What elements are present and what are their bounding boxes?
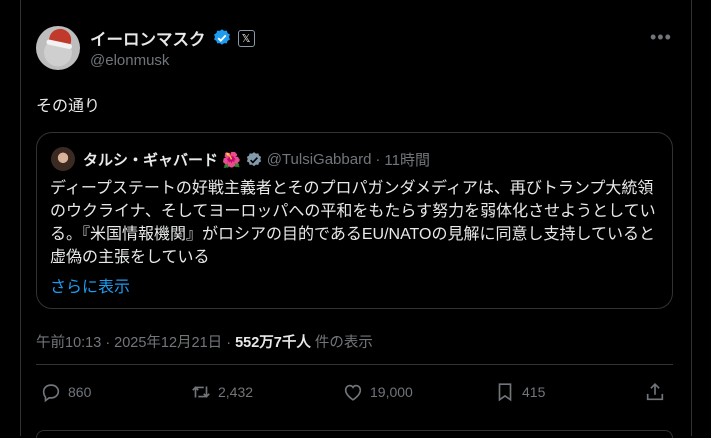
share-icon xyxy=(646,383,664,401)
affiliate-badge[interactable]: 𝕏 xyxy=(237,29,255,47)
quoted-post-header: タルシ・ギャバード 🌺 @TulsiGabbard · 11時間 xyxy=(83,149,430,170)
quoted-author-avatar xyxy=(51,147,75,171)
share-button[interactable] xyxy=(644,381,666,403)
views-label: 件の表示 xyxy=(310,335,373,351)
author-avatar[interactable] xyxy=(36,26,80,70)
bookmark-icon xyxy=(498,383,512,402)
quoted-author-handle: @TulsiGabbard xyxy=(266,151,372,168)
verified-icon xyxy=(246,151,261,166)
quoted-post[interactable]: タルシ・ギャバード 🌺 @TulsiGabbard · 11時間 ディープステー… xyxy=(36,132,673,309)
author-handle[interactable]: @elonmusk xyxy=(90,52,169,69)
reply-icon xyxy=(42,384,60,403)
reply-count: 860 xyxy=(68,384,92,400)
action-bar: 860 2,432 19,000 415 xyxy=(36,381,673,413)
bookmark-count: 415 xyxy=(522,384,546,400)
bookmark-button[interactable]: 415 xyxy=(494,381,545,403)
like-icon xyxy=(344,384,362,401)
like-button[interactable]: 19,000 xyxy=(342,381,413,403)
divider xyxy=(36,364,673,365)
quoted-post-text: ディープステートの好戦主義者とそのプロパガンダメディアは、再びトランプ大統領のウ… xyxy=(50,180,656,266)
show-more-link[interactable]: さらに表示 xyxy=(50,273,130,297)
author-name[interactable]: イーロンマスク xyxy=(90,26,206,50)
more-icon[interactable]: ••• xyxy=(650,27,672,48)
quoted-author-name: タルシ・ギャバード xyxy=(83,152,219,169)
author-name-row: イーロンマスク 𝕏 xyxy=(90,26,255,50)
views-count: 552万7千人 xyxy=(235,335,311,351)
verified-icon[interactable] xyxy=(212,28,232,48)
repost-count: 2,432 xyxy=(218,384,254,400)
post-timestamp[interactable]: 午前10:13 · 2025年12月21日 · xyxy=(36,331,235,352)
quoted-post-time: 11時間 xyxy=(384,152,430,169)
hibiscus-emoji: 🌺 xyxy=(222,151,241,169)
post-text: その通り xyxy=(36,98,101,115)
reply-composer-edge xyxy=(36,430,673,438)
separator-dot: · xyxy=(375,151,381,168)
repost-icon xyxy=(192,386,210,398)
like-count: 19,000 xyxy=(370,384,413,400)
post-meta: 午前10:13 · 2025年12月21日 · 552万7千人 件の表示 xyxy=(36,331,373,352)
reply-button[interactable]: 860 xyxy=(40,381,91,403)
repost-button[interactable]: 2,432 xyxy=(190,381,253,403)
